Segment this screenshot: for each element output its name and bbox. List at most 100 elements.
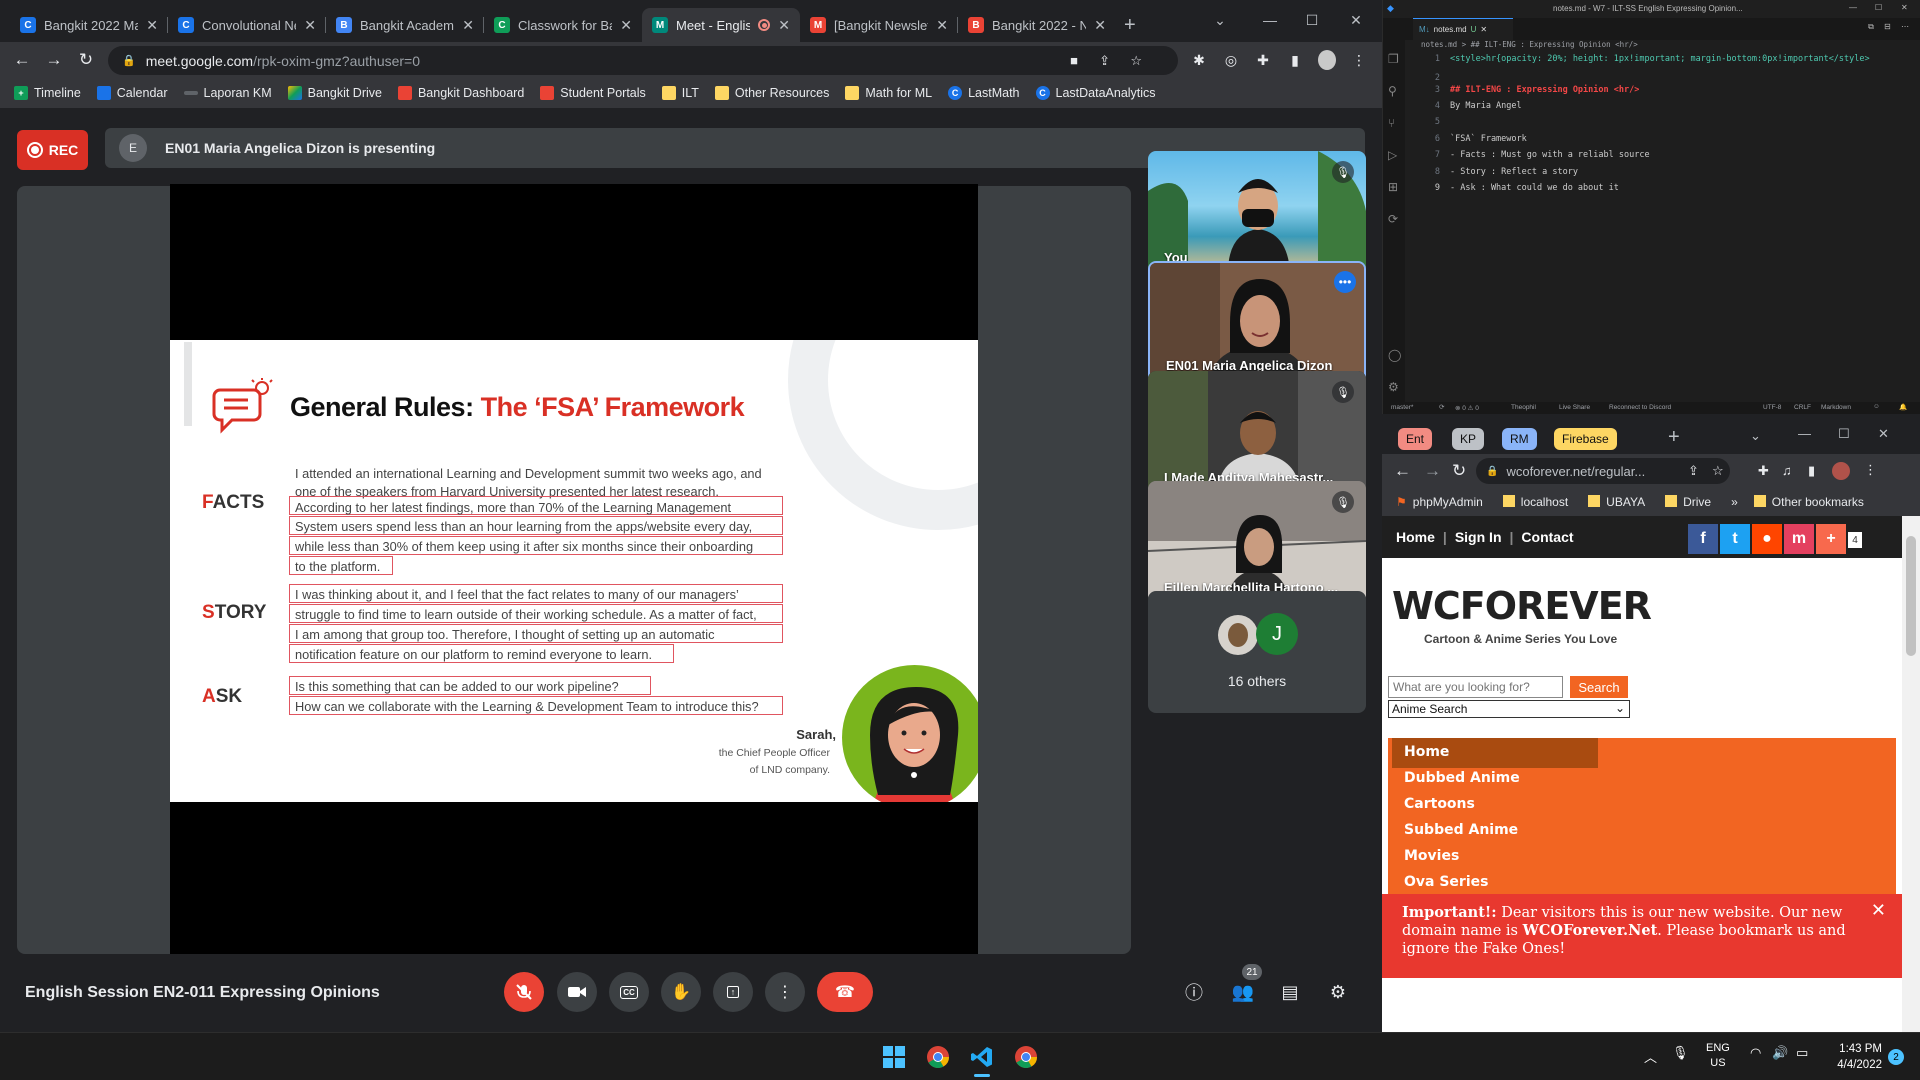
user-status[interactable]: Theophil — [1511, 404, 1536, 411]
people-icon[interactable]: 👥 — [1229, 978, 1257, 1006]
maximize-button[interactable]: ☐ — [1838, 426, 1850, 442]
minimize-button[interactable]: — — [1798, 426, 1811, 441]
source-control-icon[interactable]: ⑂ — [1388, 116, 1395, 130]
close-window-button[interactable]: ✕ — [1878, 426, 1889, 442]
close-tab-icon[interactable]: ✕ — [304, 17, 316, 34]
forward-icon[interactable]: → — [1424, 461, 1441, 481]
notifications-icon[interactable]: 🔔 — [1899, 403, 1907, 411]
tab-group-ent[interactable]: Ent — [1398, 428, 1433, 450]
share-icon[interactable]: ⇪ — [1688, 463, 1699, 479]
run-debug-icon[interactable]: ▷ — [1388, 148, 1397, 162]
bookmark-drive[interactable]: Drive — [1665, 495, 1711, 509]
extensions-puzzle-icon[interactable]: ✚ — [1254, 51, 1272, 69]
minimize-button[interactable]: — — [1849, 3, 1857, 12]
tab-search-icon[interactable]: ⌄ — [1750, 428, 1761, 444]
new-tab-button[interactable]: + — [1668, 426, 1680, 449]
bookmark-student-portals[interactable]: Student Portals — [540, 86, 646, 100]
more-share-icon[interactable]: + — [1816, 524, 1846, 554]
participant-tile-others[interactable]: J 16 others — [1148, 591, 1366, 713]
bookmark-folder-math-for-ml[interactable]: Math for ML — [845, 86, 932, 100]
extensions-icon[interactable]: ⊞ — [1388, 180, 1398, 194]
chat-icon[interactable]: ▤ — [1276, 978, 1304, 1006]
tab-group-rm[interactable]: RM — [1502, 428, 1537, 450]
nav-home[interactable]: Home — [1388, 529, 1443, 545]
wifi-icon[interactable]: ◠ — [1750, 1045, 1761, 1061]
nav-sign-in[interactable]: Sign In — [1447, 529, 1510, 545]
chrome-profile-taskbar-icon[interactable] — [1008, 1039, 1044, 1075]
back-icon[interactable]: ← — [8, 46, 36, 74]
camera-icon[interactable]: ■ — [1070, 53, 1078, 68]
meeting-details-icon[interactable]: ⓘ — [1180, 978, 1208, 1006]
participant-tile-eillen[interactable]: 🎙 Eillen Marchellita Hartono ... — [1148, 481, 1366, 603]
activities-icon[interactable]: ⚙ — [1324, 978, 1352, 1006]
tab-group-firebase[interactable]: Firebase — [1554, 428, 1617, 450]
twitter-share-icon[interactable]: t — [1720, 524, 1750, 554]
language-status[interactable]: Markdown — [1821, 404, 1851, 411]
clock[interactable]: 1:43 PM 4/4/2022 — [1826, 1041, 1882, 1073]
reload-icon[interactable]: ↻ — [72, 46, 100, 74]
close-tab-icon[interactable]: ✕ — [1094, 17, 1106, 34]
explorer-icon[interactable]: ❐ — [1388, 52, 1399, 66]
mic-off-button[interactable] — [504, 972, 544, 1012]
volume-icon[interactable]: 🔊 — [1772, 1045, 1788, 1061]
profile-avatar[interactable] — [1832, 462, 1850, 480]
menu-item-dubbed-anime[interactable]: Dubbed Anime — [1404, 770, 1520, 786]
side-panel-icon[interactable]: ▮ — [1286, 51, 1304, 69]
more-options-icon[interactable]: ••• — [1334, 271, 1356, 293]
close-notice-icon[interactable]: ✕ — [1871, 902, 1886, 920]
search-type-select[interactable]: Anime Search ⌄ — [1388, 700, 1630, 718]
share-icon[interactable]: ⇪ — [1099, 53, 1110, 69]
menu-item-movies[interactable]: Movies — [1404, 848, 1459, 864]
menu-item-home[interactable]: Home — [1404, 744, 1449, 760]
more-options-button[interactable]: ⋮ — [765, 972, 805, 1012]
bookmark-folder-ilt[interactable]: ILT — [661, 86, 699, 100]
participant-tile-you[interactable]: 🎙 You — [1148, 151, 1366, 273]
bookmark-laporan-km[interactable]: Laporan KM — [183, 86, 272, 100]
close-tab-icon[interactable]: ✕ — [778, 17, 790, 34]
branch-status[interactable]: master* — [1391, 404, 1413, 411]
eol-status[interactable]: CRLF — [1794, 404, 1811, 411]
tab-convolutional[interactable]: C Convolutional Ne ✕ — [168, 8, 326, 42]
bookmark-calendar[interactable]: Calendar — [96, 86, 168, 100]
start-button[interactable] — [876, 1039, 912, 1075]
chrome-taskbar-icon[interactable] — [920, 1039, 956, 1075]
extension-record-icon[interactable]: ◎ — [1222, 51, 1240, 69]
vscode-taskbar-icon[interactable] — [964, 1039, 1000, 1077]
facebook-share-icon[interactable]: f — [1688, 524, 1718, 554]
recording-button[interactable]: REC — [17, 130, 88, 170]
menu-item-subbed-anime[interactable]: Subbed Anime — [1404, 822, 1518, 838]
microphone-icon[interactable]: 🎙 — [1672, 1045, 1689, 1061]
settings-gear-icon[interactable]: ⚙ — [1388, 380, 1399, 394]
feedback-icon[interactable]: ☺ — [1873, 403, 1880, 410]
tab-meet-active[interactable]: M Meet - Englis ✕ — [642, 8, 800, 42]
close-window-button[interactable]: ✕ — [1901, 3, 1908, 12]
site-logo[interactable]: WCFOREVER — [1392, 584, 1652, 628]
maximize-button[interactable]: ☐ — [1875, 3, 1882, 12]
side-panel-icon[interactable]: ▮ — [1808, 463, 1815, 479]
liveshare-status[interactable]: Live Share — [1559, 404, 1590, 411]
tab-classwork[interactable]: C Classwork for Ba ✕ — [484, 8, 642, 42]
tab-notes-md[interactable]: M↓ notes.md U ✕ — [1413, 18, 1513, 40]
minimize-button[interactable]: — — [1250, 6, 1290, 34]
search-icon[interactable]: ⚲ — [1388, 84, 1397, 98]
tab-bangkit-2022-ma[interactable]: C Bangkit 2022 Ma ✕ — [10, 8, 168, 42]
forward-icon[interactable]: → — [40, 46, 68, 74]
search-input[interactable] — [1388, 676, 1563, 698]
battery-icon[interactable]: ▭ — [1796, 1045, 1808, 1061]
encoding-status[interactable]: UTF-8 — [1763, 404, 1781, 411]
tab-bangkit-academy[interactable]: B Bangkit Academy ✕ — [326, 8, 484, 42]
breadcrumb[interactable]: notes.md > ## ILT-ENG : Expressing Opini… — [1405, 40, 1920, 52]
address-bar[interactable]: 🔒 meet.google.com/rpk-oxim-gmz?authuser=… — [108, 46, 1178, 75]
back-icon[interactable]: ← — [1394, 461, 1411, 481]
profile-avatar[interactable] — [1318, 50, 1336, 70]
tab-group-kp[interactable]: KP — [1452, 428, 1485, 450]
bookmark-star-icon[interactable]: ☆ — [1712, 463, 1724, 479]
page-scrollbar[interactable] — [1902, 516, 1920, 1032]
bookmark-timeline[interactable]: + Timeline — [14, 86, 81, 100]
nav-contact[interactable]: Contact — [1513, 529, 1581, 545]
media-control-icon[interactable]: ♫ — [1782, 463, 1792, 478]
reddit-share-icon[interactable]: ● — [1752, 524, 1782, 554]
leave-call-button[interactable]: ☎ — [817, 972, 873, 1012]
raise-hand-button[interactable]: ✋ — [661, 972, 701, 1012]
editor-actions[interactable]: ⧉ ⊟ ⋯ — [1868, 22, 1913, 32]
